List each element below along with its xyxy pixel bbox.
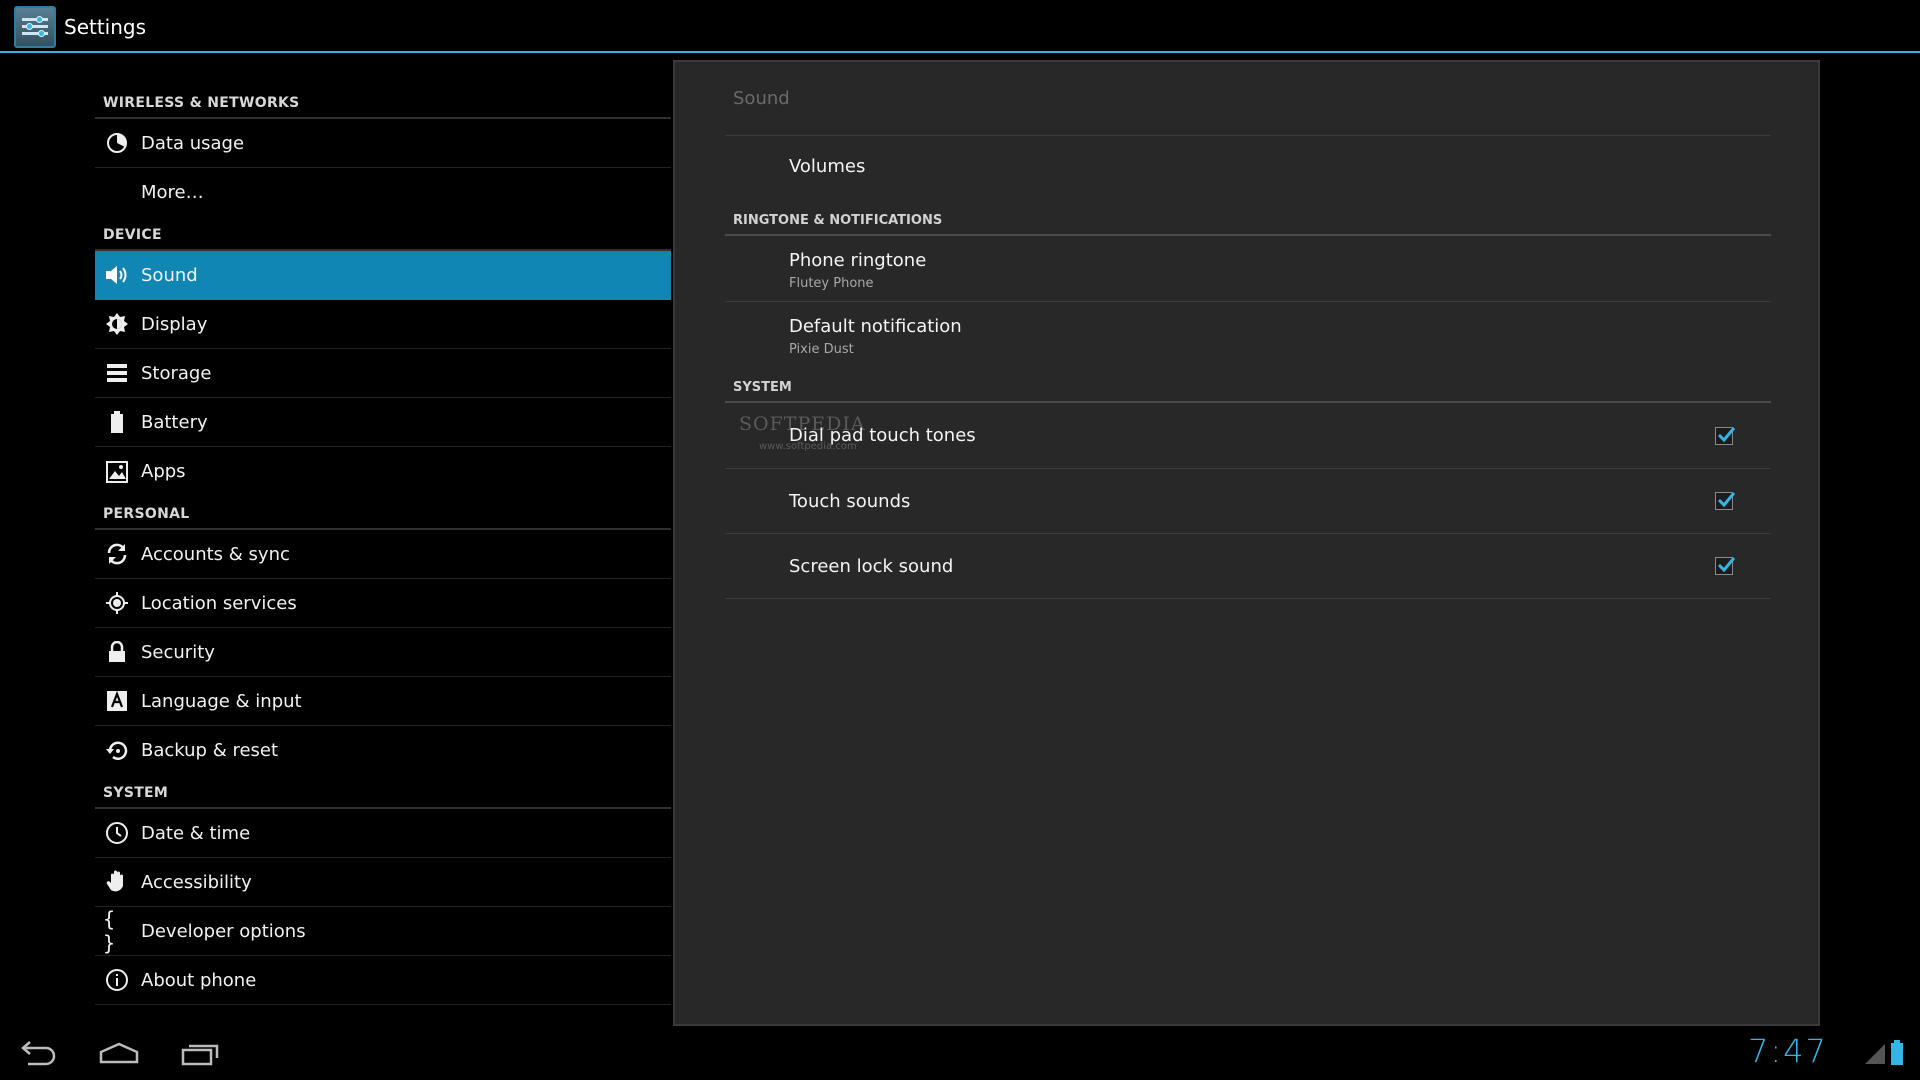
speaker-icon [103, 261, 131, 289]
pref-volumes[interactable]: Volumes [725, 136, 1771, 188]
sidebar-item-label: Sound [141, 264, 198, 286]
sidebar-item-label: Language & input [141, 690, 302, 712]
pref-title: Screen lock sound [789, 556, 954, 577]
clock-icon [103, 819, 131, 847]
pref-title: Default notification [789, 316, 962, 337]
sidebar-item-backup-reset[interactable]: Backup & reset [95, 726, 671, 775]
pref-title: Phone ringtone [789, 250, 927, 271]
app-title: Settings [64, 15, 147, 39]
sidebar-item-date-time[interactable]: Date & time [95, 809, 671, 858]
sidebar-item-data-usage[interactable]: Data usage [95, 119, 671, 168]
screen-lock-checkbox[interactable] [1715, 557, 1735, 575]
settings-headers-list: WIRELESS & NETWORKS Data usage More… DEV… [95, 53, 671, 1005]
category-system: SYSTEM [725, 367, 1771, 403]
pref-title: Touch sounds [789, 491, 911, 512]
battery-status-icon [1890, 1040, 1904, 1070]
data-usage-icon [103, 129, 131, 157]
sound-settings-panel: Sound Volumes RINGTONE & NOTIFICATIONS P… [673, 60, 1820, 1026]
storage-icon [103, 359, 131, 387]
sidebar-item-accessibility[interactable]: Accessibility [95, 858, 671, 907]
sidebar-item-display[interactable]: Display [95, 300, 671, 349]
sidebar-item-security[interactable]: Security [95, 628, 671, 677]
back-icon[interactable] [20, 1040, 58, 1070]
section-header-personal: PERSONAL [95, 496, 671, 530]
battery-icon [103, 408, 131, 436]
sidebar-item-sound[interactable]: Sound [95, 251, 671, 300]
apps-icon [103, 458, 131, 486]
section-header-system: SYSTEM [95, 775, 671, 809]
pref-title: Dial pad touch tones [789, 425, 976, 446]
sidebar-item-label: More… [141, 182, 204, 203]
pref-default-notification[interactable]: Default notification Pixie Dust [725, 302, 1771, 367]
pref-title: Volumes [789, 156, 866, 177]
braces-icon: { } [103, 907, 116, 955]
home-icon[interactable] [99, 1040, 139, 1070]
sidebar-item-storage[interactable]: Storage [95, 349, 671, 398]
pref-summary: Flutey Phone [789, 276, 874, 291]
category-ringtone-notifications: RINGTONE & NOTIFICATIONS [725, 188, 1771, 236]
sidebar-item-label: Date & time [141, 822, 251, 844]
sidebar-item-location[interactable]: Location services [95, 579, 671, 628]
sidebar-item-apps[interactable]: Apps [95, 447, 671, 496]
info-icon [103, 966, 131, 994]
sidebar-item-label: Backup & reset [141, 740, 279, 761]
settings-app-icon[interactable] [14, 6, 56, 48]
sidebar-item-accounts-sync[interactable]: Accounts & sync [95, 530, 671, 579]
system-bar: 7:47 [0, 1026, 1920, 1080]
signal-icon [1864, 1043, 1886, 1069]
status-clock[interactable]: 7:47 [1748, 1032, 1828, 1070]
sidebar-item-more[interactable]: More… [95, 168, 671, 217]
sidebar-item-label: Location services [141, 592, 297, 614]
action-bar: Settings [0, 0, 1920, 53]
lock-icon [103, 638, 131, 666]
pref-screen-lock-sound[interactable]: Screen lock sound [725, 534, 1771, 599]
pref-phone-ringtone[interactable]: Phone ringtone Flutey Phone [725, 236, 1771, 302]
sidebar-item-label: Accounts & sync [141, 543, 290, 565]
sync-icon [103, 540, 131, 568]
section-header-wireless: WIRELESS & NETWORKS [95, 53, 671, 119]
sidebar-item-developer-options[interactable]: { } Developer options [95, 907, 671, 956]
pref-touch-sounds[interactable]: Touch sounds [725, 469, 1771, 534]
backup-icon [103, 737, 131, 765]
sidebar-item-about-phone[interactable]: About phone [95, 956, 671, 1005]
sidebar-item-label: Developer options [141, 920, 306, 942]
location-icon [103, 589, 131, 617]
sidebar-item-label: Security [141, 641, 215, 663]
sidebar-item-battery[interactable]: Battery [95, 398, 671, 447]
touch-sounds-checkbox[interactable] [1715, 492, 1735, 510]
recent-apps-icon[interactable] [181, 1040, 219, 1070]
sidebar-item-label: About phone [141, 969, 257, 991]
pref-dial-pad-touch-tones[interactable]: SOFTPEDIA www.softpedia.com Dial pad tou… [725, 403, 1771, 469]
checkmark-icon [1717, 427, 1735, 443]
sidebar-item-language-input[interactable]: Language & input [95, 677, 671, 726]
sidebar-item-label: Apps [141, 461, 186, 482]
dial-pad-checkbox[interactable] [1715, 427, 1735, 445]
panel-title: Sound [725, 62, 1771, 136]
checkmark-icon [1717, 557, 1735, 573]
hand-icon [103, 868, 131, 896]
checkmark-icon [1717, 492, 1735, 508]
section-header-device: DEVICE [95, 217, 671, 251]
sidebar-item-label: Battery [141, 411, 208, 433]
sidebar-item-label: Display [141, 313, 208, 335]
keyboard-letter-icon [103, 687, 131, 715]
sidebar-item-label: Data usage [141, 132, 245, 154]
brightness-icon [103, 310, 131, 338]
sidebar-item-label: Accessibility [141, 871, 252, 893]
sidebar-item-label: Storage [141, 362, 212, 384]
pref-summary: Pixie Dust [789, 342, 854, 357]
